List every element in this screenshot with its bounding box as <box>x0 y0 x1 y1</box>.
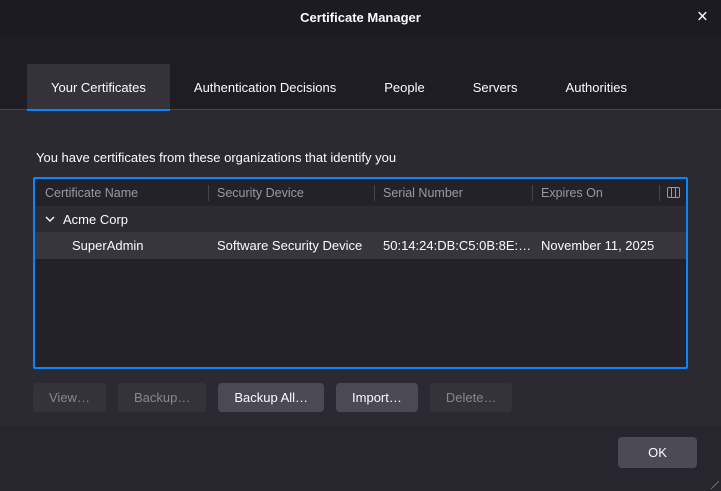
ok-button[interactable]: OK <box>618 437 697 468</box>
table-action-buttons: View… Backup… Backup All… Import… Delete… <box>33 383 688 412</box>
certificate-manager-dialog: Certificate Manager × Your Certificates … <box>0 0 721 491</box>
tab-servers[interactable]: Servers <box>449 64 542 110</box>
group-name: Acme Corp <box>63 212 128 227</box>
import-button[interactable]: Import… <box>336 383 418 412</box>
tab-people[interactable]: People <box>360 64 448 110</box>
tab-label: Your Certificates <box>51 80 146 95</box>
tab-your-certificates[interactable]: Your Certificates <box>27 64 170 110</box>
tab-label: People <box>384 80 424 95</box>
titlebar: Certificate Manager × <box>0 0 721 34</box>
cell-expires-on: November 11, 2025 <box>533 238 660 253</box>
delete-button[interactable]: Delete… <box>430 383 513 412</box>
tab-label: Authentication Decisions <box>194 80 336 95</box>
tab-authorities[interactable]: Authorities <box>542 64 651 110</box>
column-header-serial-number[interactable]: Serial Number <box>375 185 533 201</box>
view-button[interactable]: View… <box>33 383 106 412</box>
backup-button[interactable]: Backup… <box>118 383 206 412</box>
backup-all-button[interactable]: Backup All… <box>218 383 324 412</box>
column-header-certificate-name[interactable]: Certificate Name <box>35 185 209 201</box>
column-picker-icon[interactable] <box>660 179 686 206</box>
tab-label: Authorities <box>566 80 627 95</box>
dialog-title: Certificate Manager <box>300 10 421 25</box>
columns-grid-icon <box>667 187 680 198</box>
cell-security-device: Software Security Device <box>209 238 375 253</box>
intro-text: You have certificates from these organiz… <box>36 150 685 165</box>
column-header-expires-on[interactable]: Expires On <box>533 185 660 201</box>
table-header-row: Certificate Name Security Device Serial … <box>35 179 686 206</box>
tab-authentication-decisions[interactable]: Authentication Decisions <box>170 64 360 110</box>
tab-label: Servers <box>473 80 518 95</box>
table-row[interactable]: SuperAdmin Software Security Device 50:1… <box>35 232 686 259</box>
certificates-table[interactable]: Certificate Name Security Device Serial … <box>33 177 688 369</box>
certificate-group-row[interactable]: Acme Corp <box>35 206 686 232</box>
close-icon[interactable]: × <box>697 8 708 27</box>
cell-serial-number: 50:14:24:DB:C5:0B:8E:… <box>375 238 533 253</box>
cell-certificate-name: SuperAdmin <box>35 238 209 253</box>
dialog-footer: OK <box>0 425 721 491</box>
tab-strip: Your Certificates Authentication Decisio… <box>0 34 721 110</box>
column-header-security-device[interactable]: Security Device <box>209 185 375 201</box>
chevron-down-icon[interactable] <box>45 216 55 222</box>
resize-grip[interactable] <box>709 479 720 490</box>
